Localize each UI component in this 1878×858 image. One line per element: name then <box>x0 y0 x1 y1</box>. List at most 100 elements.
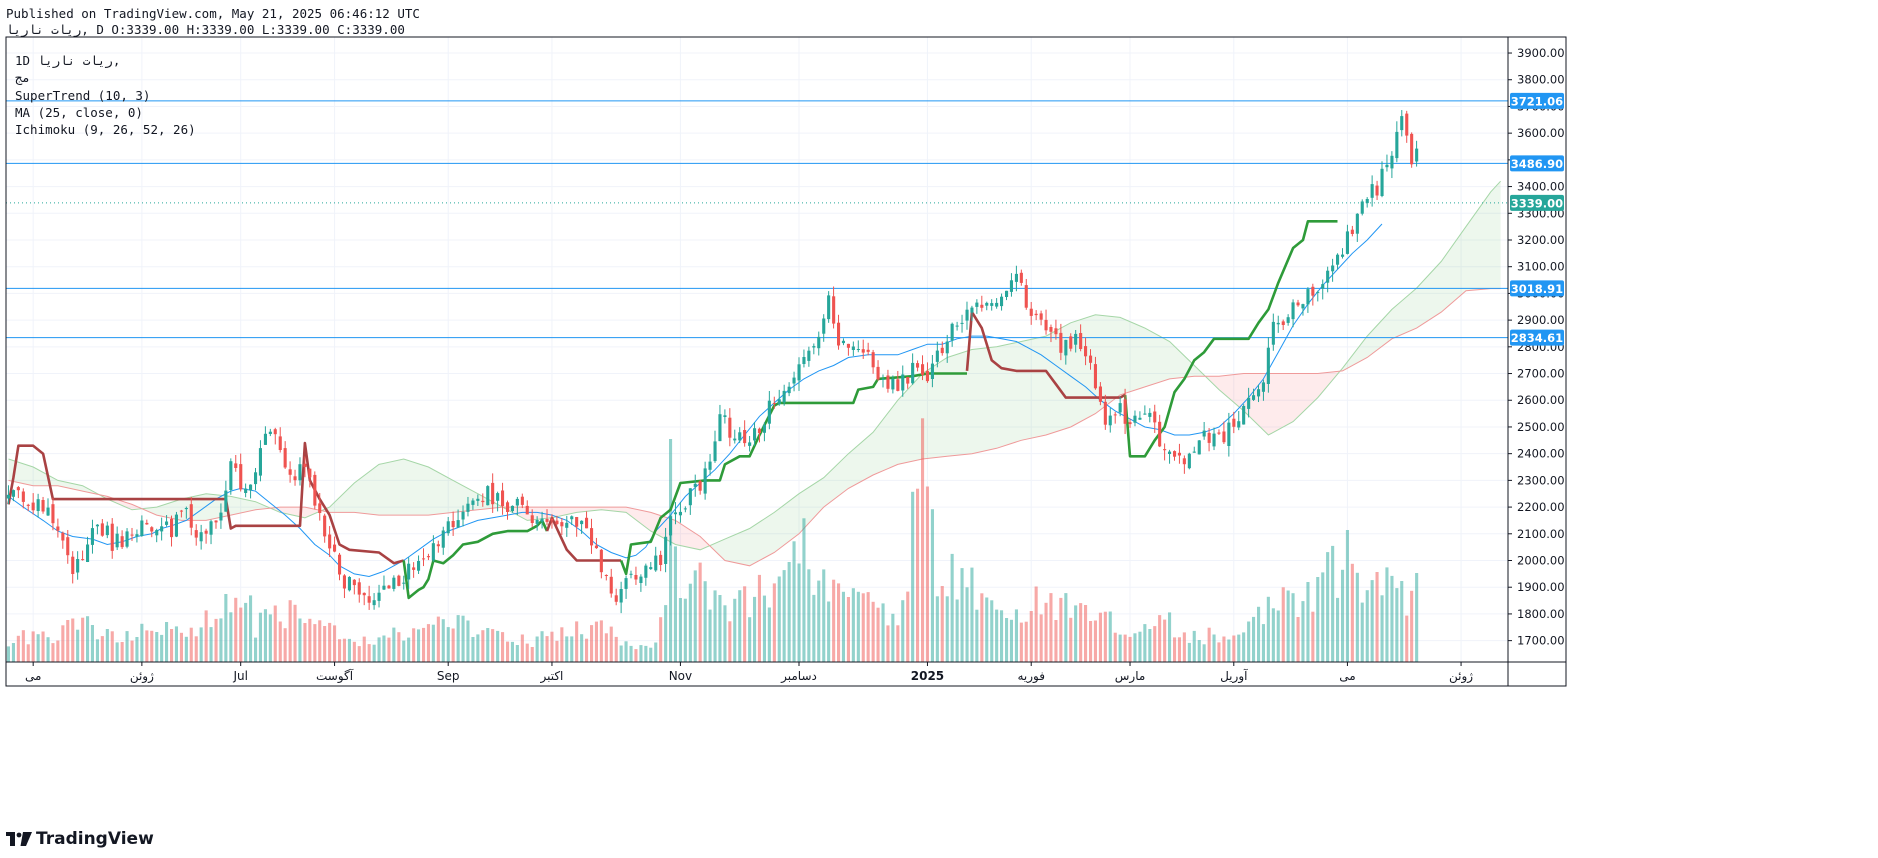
candle-body <box>995 302 999 307</box>
volume-bar <box>21 630 25 662</box>
candle-body <box>901 374 905 391</box>
price-tag-label: 2834.61 <box>1511 331 1563 345</box>
candle-body <box>461 511 465 520</box>
candle-body <box>585 517 589 529</box>
candle-body <box>209 521 213 535</box>
candle-body <box>876 366 880 380</box>
candle-body <box>46 507 50 516</box>
candle-body <box>792 377 796 384</box>
volume-bar <box>278 621 282 662</box>
volume-bar <box>194 636 198 662</box>
volume-bar <box>377 637 381 662</box>
candle-body <box>975 302 979 307</box>
candle-body <box>530 515 534 523</box>
candle-body <box>1000 296 1004 307</box>
candle-body <box>422 558 426 560</box>
volume-bar <box>1207 627 1211 662</box>
price-axis[interactable]: 1700.00 1800.00 1900.00 2000.00 2100.00 2200.… <box>1508 46 1565 648</box>
volume-bar <box>1266 596 1270 662</box>
candle-body <box>832 296 836 324</box>
candle-body <box>338 554 342 575</box>
legend-volume[interactable]: مج <box>15 69 196 86</box>
candle-body <box>990 303 994 306</box>
volume-bar <box>476 634 480 662</box>
candle-body <box>659 554 663 565</box>
candle-body <box>377 592 381 601</box>
volume-bar <box>1019 622 1023 662</box>
legend-ma[interactable]: MA (25, close, 0) <box>15 104 196 121</box>
candle-body <box>1123 399 1127 424</box>
candle-body <box>194 530 198 538</box>
candle-body <box>1014 273 1018 282</box>
candle-body <box>515 498 519 506</box>
volume-bar <box>733 598 737 662</box>
x-tick-label: Nov <box>669 669 692 683</box>
volume-bar <box>1375 572 1379 662</box>
time-axis[interactable]: می ژوئن Jul آگوست Sep اکتبر Nov دسامبر 2025 فوریه… <box>25 662 1473 684</box>
y-tick-label: 2400.00 <box>1517 447 1565 461</box>
volume-bar <box>402 640 406 662</box>
candle-body <box>481 500 485 503</box>
candle-body <box>273 429 277 435</box>
volume-bar <box>797 563 801 662</box>
volume-bar <box>1345 530 1349 662</box>
candle-body <box>1153 411 1157 423</box>
candle-body <box>328 534 332 549</box>
volume-bar <box>540 631 544 662</box>
legend-ichimoku[interactable]: Ichimoku (9, 26, 52, 26) <box>15 121 196 138</box>
volume-bar <box>120 642 124 662</box>
candle-body <box>728 417 732 438</box>
candle-body <box>298 464 302 481</box>
candle-body <box>76 559 80 573</box>
volume-bar <box>990 600 994 662</box>
volume-bar <box>140 623 144 662</box>
candle-body <box>525 505 529 515</box>
candle-body <box>1380 168 1384 196</box>
volume-bar <box>550 631 554 662</box>
volume-bar <box>362 636 366 662</box>
volume-bar <box>125 631 129 662</box>
volume-bars <box>6 418 1419 662</box>
candle-body <box>580 520 584 525</box>
volume-bar <box>787 562 791 662</box>
candle-body <box>703 468 707 494</box>
volume-bar <box>965 587 969 662</box>
candle-body <box>387 585 391 589</box>
legend-supertrend[interactable]: SuperTrend (10, 3) <box>15 87 196 104</box>
volume-bar <box>772 583 776 662</box>
candle-body <box>1321 284 1325 289</box>
volume-bar <box>1237 634 1241 662</box>
candle-body <box>634 575 638 580</box>
price-chart[interactable]: 1700.00 1800.00 1900.00 2000.00 2100.00 2200.… <box>0 0 1878 858</box>
volume-bar <box>71 618 75 662</box>
candle-body <box>535 520 539 524</box>
volume-bar <box>530 647 534 662</box>
candle-body <box>431 543 435 561</box>
volume-bar <box>975 609 979 662</box>
candle-body <box>1286 317 1290 323</box>
candle-body <box>1291 302 1295 320</box>
volume-bar <box>1034 586 1038 662</box>
y-tick-label: 2900.00 <box>1517 313 1565 327</box>
candle-body <box>718 414 722 442</box>
volume-bar <box>1336 597 1340 662</box>
volume-bar <box>1276 610 1280 662</box>
legend-symbol[interactable]: 1D ریات ناریا, <box>15 52 196 69</box>
volume-bar <box>318 620 322 662</box>
candle-body <box>678 511 682 516</box>
candle-body <box>313 474 317 506</box>
candle-body <box>1177 452 1181 456</box>
volume-bar <box>688 583 692 662</box>
tradingview-logo[interactable]: TradingView <box>6 828 154 850</box>
volume-bar <box>1074 605 1078 662</box>
candle-body <box>1138 417 1142 420</box>
volume-bar <box>570 636 574 662</box>
price-tag-label: 3486.90 <box>1511 157 1563 171</box>
candle-body <box>510 505 514 512</box>
volume-bar <box>1173 637 1177 662</box>
volume-bar <box>1089 621 1093 662</box>
volume-bar <box>174 626 178 662</box>
candle-body <box>916 363 920 368</box>
price-tag-label: 3721.06 <box>1511 94 1563 108</box>
y-tick-label: 1700.00 <box>1517 634 1565 648</box>
